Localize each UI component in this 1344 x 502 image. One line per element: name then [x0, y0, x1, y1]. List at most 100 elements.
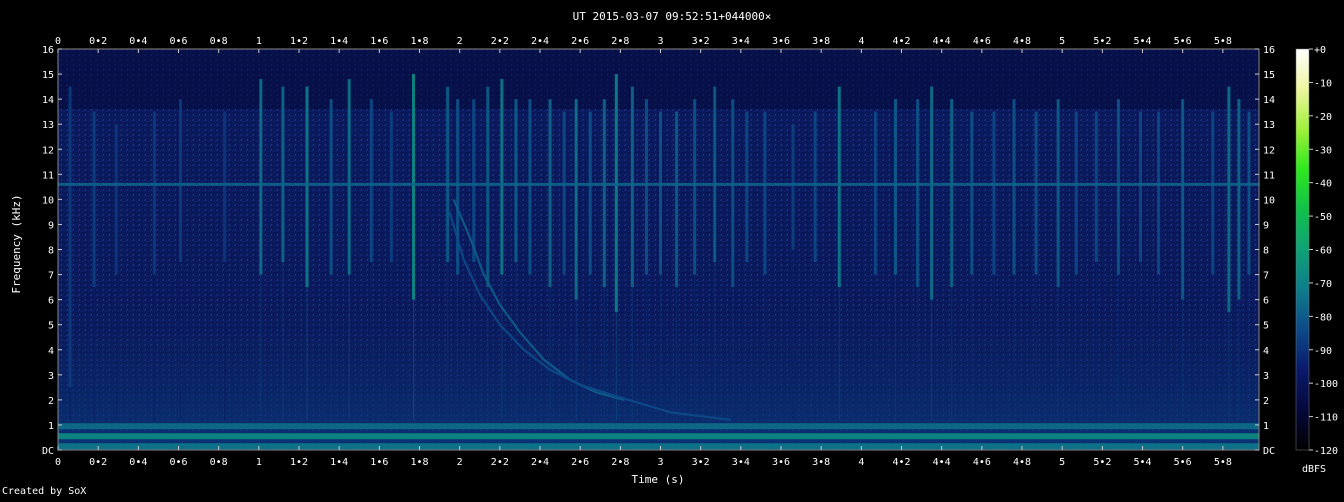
y-tick-label-left: 4	[48, 346, 54, 357]
y-tick-label-left: 14	[42, 95, 54, 106]
impulse-line	[528, 99, 532, 275]
x-tick-label-top: 1•8	[410, 36, 428, 47]
impulse-tail	[1140, 262, 1142, 420]
footer-credit: Created by SoX	[2, 486, 86, 497]
impulse-line	[992, 111, 996, 275]
y-tick-label-left: 8	[48, 246, 54, 257]
x-tick-label-top: 2•6	[571, 36, 589, 47]
y-tick-label-right: 3	[1263, 371, 1269, 382]
plot-area	[57, 48, 1260, 451]
y-tick-label-right: 12	[1263, 145, 1275, 156]
x-tick-label-bottom: 2•8	[611, 457, 629, 468]
y-tick-label-left: 7	[48, 271, 54, 282]
y-tick-label-right: 14	[1263, 95, 1275, 106]
impulse-tail	[1248, 274, 1250, 420]
x-tick-label-bottom: 2•4	[531, 457, 549, 468]
impulse-tail	[1212, 274, 1214, 420]
impulse-line	[446, 86, 450, 263]
x-tick-label-top: 5•6	[1174, 36, 1192, 47]
y-tick-label-right: 5	[1263, 321, 1269, 332]
impulse-tail	[115, 274, 117, 420]
x-tick-label-top: 5	[1059, 36, 1065, 47]
y-tick-label-left: 15	[42, 70, 54, 81]
impulse-tail	[1057, 287, 1059, 420]
impulse-tail	[951, 287, 953, 420]
y-tick-label-left: 16	[42, 45, 54, 56]
y-tick-label-right: 8	[1263, 246, 1269, 257]
x-tick-label-top: 4•8	[1013, 36, 1031, 47]
low-band-line	[58, 433, 1259, 440]
impulse-line	[1056, 99, 1060, 288]
x-tick-label-bottom: 0•4	[129, 457, 147, 468]
x-tick-label-bottom: 1•8	[410, 457, 428, 468]
impulse-line	[630, 86, 634, 288]
colorbar-label: dBFS	[1302, 464, 1326, 475]
impulse-line	[675, 111, 679, 288]
impulse-tail	[1182, 299, 1184, 420]
x-tick-label-top: 2•8	[611, 36, 629, 47]
impulse-tail	[93, 287, 95, 420]
impulse-line	[92, 111, 96, 288]
impulse-line	[1157, 111, 1161, 275]
colorbar-tick-label: -40	[1314, 179, 1332, 190]
y-tick-label-right: 1	[1263, 421, 1269, 432]
impulse-tail	[306, 287, 308, 420]
impulse-line	[411, 74, 415, 300]
impulse-tail	[894, 274, 896, 420]
y-axis-label: Frequency (kHz)	[10, 194, 23, 293]
impulse-tail	[838, 287, 840, 420]
impulse-tail	[792, 249, 794, 420]
impulse-tail	[69, 387, 71, 420]
x-tick-label-top: 2	[457, 36, 463, 47]
x-tick-label-top: 2•2	[491, 36, 509, 47]
x-tick-label-top: 5•4	[1133, 36, 1151, 47]
chart-title: UT 2015-03-07 09:52:51+044000×	[573, 10, 772, 23]
y-tick-label-right: 4	[1263, 346, 1269, 357]
y-tick-label-left: 11	[42, 170, 54, 181]
impulse-tail	[224, 262, 226, 420]
colorbar-tick-label: -100	[1314, 379, 1338, 390]
impulse-line	[713, 86, 717, 263]
x-tick-label-bottom: 2	[457, 457, 463, 468]
x-tick-label-top: 1•6	[370, 36, 388, 47]
impulse-line	[472, 99, 476, 263]
x-tick-label-top: 5•2	[1093, 36, 1111, 47]
y-tick-label-right: 11	[1263, 170, 1275, 181]
impulse-line	[731, 99, 735, 288]
impulse-line	[1227, 86, 1231, 313]
colorbar-tick-label: -90	[1314, 346, 1332, 357]
impulse-tail	[575, 299, 577, 420]
x-tick-label-top: 1•4	[330, 36, 348, 47]
y-tick-label-left: 9	[48, 220, 54, 231]
colorbar-tick-label: -20	[1314, 112, 1332, 123]
impulse-tail	[645, 274, 647, 420]
impulse-tail	[1035, 274, 1037, 420]
impulse-line	[259, 79, 263, 275]
impulse-line	[389, 111, 393, 263]
x-tick-label-top: 4•4	[933, 36, 951, 47]
impulse-line	[574, 99, 578, 300]
impulse-line	[588, 111, 592, 275]
impulse-line	[68, 86, 72, 388]
spectrogram-figure: UT 2015-03-07 09:52:51+044000× 0 0•2 0•4 0•…	[0, 0, 1344, 498]
x-tick-label-top: 4•6	[973, 36, 991, 47]
y-tick-label-right: DC	[1263, 446, 1275, 457]
impulse-tail	[390, 262, 392, 420]
x-tick-label-bottom: 5•8	[1214, 457, 1232, 468]
colorbar-ticks: +0 -10 -20 -30 -40 -50 -60 -70 -80 -90 -100 -110 -12…	[1309, 45, 1338, 457]
x-tick-label-top: 2•4	[531, 36, 549, 47]
impulse-tail	[473, 262, 475, 420]
x-tick-label-bottom: 5•4	[1133, 457, 1151, 468]
impulse-line	[456, 99, 460, 275]
x-tick-label-bottom: 2•2	[491, 457, 509, 468]
impulse-tail	[529, 274, 531, 420]
impulse-line	[693, 99, 697, 275]
colorbar-tick-label: -80	[1314, 312, 1332, 323]
impulse-line	[930, 86, 934, 300]
x-axis-label: Time (s)	[632, 473, 685, 486]
x-tick-label-bottom: 3•6	[772, 457, 790, 468]
colorbar-tick-label: -10	[1314, 78, 1332, 89]
impulse-tail	[1013, 274, 1015, 420]
impulse-tail	[931, 299, 933, 420]
x-tick-label-bottom: 0	[55, 457, 61, 468]
